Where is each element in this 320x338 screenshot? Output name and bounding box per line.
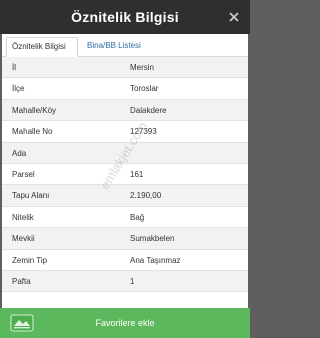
row-value: Sumakbelen xyxy=(130,234,175,244)
row-value: Ana Taşınmaz xyxy=(130,255,181,265)
table-row: Parsel 161 xyxy=(2,163,248,186)
row-key: Ada xyxy=(12,148,27,158)
tab-bar: Öznitelik Bilgisi Bina/BB Listesi xyxy=(2,34,248,57)
table-row: Zemin Tip Ana Taşınmaz xyxy=(2,249,248,271)
row-key: Zemin Tip xyxy=(12,255,48,265)
table-row: Tapu Alanı 2.190,00 xyxy=(2,185,248,207)
row-key: Mahalle No xyxy=(12,127,53,137)
add-to-favorites-button[interactable]: Favorilere ekle xyxy=(0,308,250,338)
row-value: Dalakdere xyxy=(130,105,167,115)
table-row: Mevkii Sumakbelen xyxy=(2,228,248,250)
row-value: 161 xyxy=(130,169,144,179)
dialog-title: Öznitelik Bilgisi xyxy=(71,9,179,25)
table-row: Mahalle/Köy Dalakdere xyxy=(2,99,248,122)
attribute-table: İl Mersin İlçe Toroslar Mahalle/Köy Dala… xyxy=(2,57,248,293)
row-key: Pafta xyxy=(12,276,31,286)
row-key: Mevkii xyxy=(12,234,35,244)
row-key: Nitelik xyxy=(12,212,34,222)
row-value: 1 xyxy=(130,276,135,286)
table-row: İlçe Toroslar xyxy=(2,78,248,100)
row-key: İlçe xyxy=(12,84,25,94)
row-value: Bağ xyxy=(130,212,145,222)
close-icon[interactable] xyxy=(224,7,244,27)
row-key: İl xyxy=(12,63,16,72)
table-row: Mahalle No 127393 xyxy=(2,121,248,143)
row-key: Mahalle/Köy xyxy=(12,105,57,115)
table-row: Nitelik Bağ xyxy=(2,206,248,229)
row-key: Parsel xyxy=(12,169,35,179)
table-row: Pafta 1 xyxy=(2,270,248,293)
row-value: 2.190,00 xyxy=(130,191,162,201)
row-key: Tapu Alanı xyxy=(12,191,50,201)
row-value: Toroslar xyxy=(130,84,159,94)
tab-oznitelik-bilgisi[interactable]: Öznitelik Bilgisi xyxy=(6,37,78,57)
brand-logo-icon xyxy=(10,313,34,333)
table-row: Ada xyxy=(2,142,248,164)
row-value: Mersin xyxy=(130,63,155,72)
dialog-header: Öznitelik Bilgisi xyxy=(0,0,250,34)
row-value: 127393 xyxy=(130,127,157,137)
table-row: İl Mersin xyxy=(2,57,248,79)
tab-bina-bb-listesi[interactable]: Bina/BB Listesi xyxy=(82,37,162,57)
attribute-panel: Öznitelik Bilgisi Bina/BB Listesi İl Mer… xyxy=(2,34,248,308)
